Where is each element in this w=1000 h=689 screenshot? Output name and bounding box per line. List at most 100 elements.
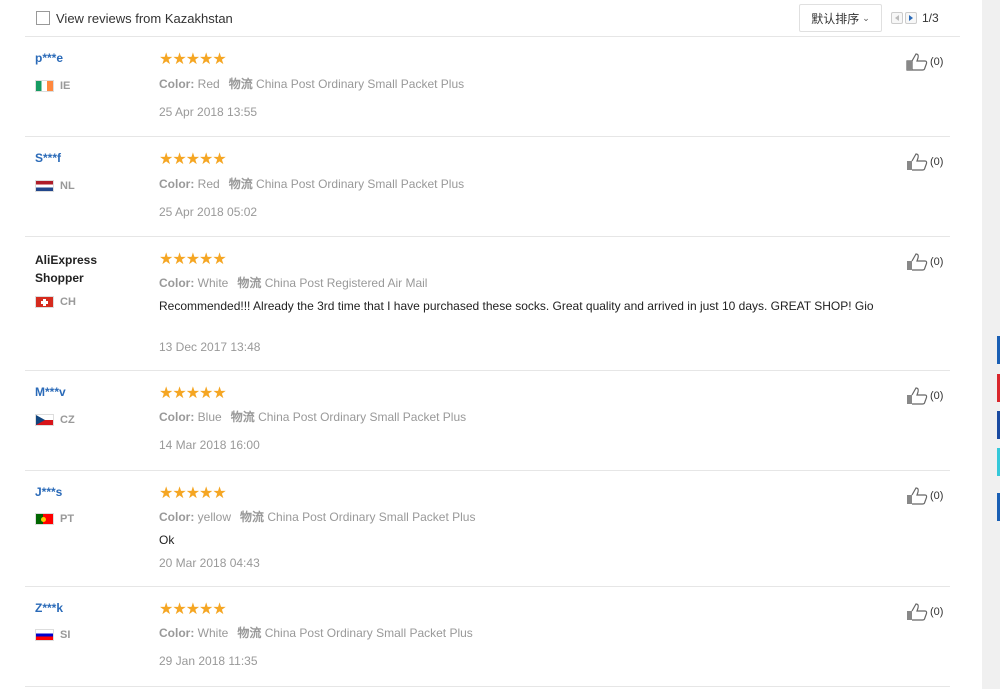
- helpful-count: (0): [930, 490, 944, 502]
- color-value: Red: [197, 177, 220, 191]
- helpful-button[interactable]: (0): [906, 153, 943, 171]
- reviewer-name[interactable]: Z***k: [35, 601, 63, 615]
- color-value: White: [197, 276, 229, 290]
- sort-dropdown[interactable]: 默认排序 ⌄: [799, 4, 882, 32]
- shipping-value: China Post Ordinary Small Packet Plus: [256, 77, 465, 91]
- reviewer-country: NL: [35, 180, 75, 192]
- shipping-value: China Post Ordinary Small Packet Plus: [267, 510, 476, 524]
- pagination: 1/3: [891, 11, 939, 25]
- shipping-label: 物流: [230, 410, 255, 424]
- review-meta: Color: Red 物流 China Post Ordinary Small P…: [159, 75, 464, 92]
- star-rating: ★★★★★: [159, 151, 227, 168]
- review-item: Z***k SI ★★★★★ Color: White 物流 China Post…: [25, 587, 950, 687]
- helpful-button[interactable]: (0): [906, 53, 943, 71]
- helpful-button[interactable]: (0): [906, 387, 943, 405]
- color-value: Red: [197, 77, 220, 91]
- shipping-value: China Post Ordinary Small Packet Plus: [256, 177, 465, 191]
- color-label: Color:: [159, 177, 195, 191]
- reviewer-name[interactable]: p***e: [35, 51, 63, 65]
- color-label: Color:: [159, 510, 195, 524]
- country-code: CH: [60, 296, 76, 308]
- helpful-count: (0): [930, 606, 944, 618]
- thumbs-up-icon: [906, 53, 928, 71]
- country-filter-checkbox[interactable]: [36, 11, 50, 25]
- country-code: IE: [60, 80, 71, 92]
- shipping-label: 物流: [237, 276, 262, 290]
- chevron-down-icon: ⌄: [862, 12, 870, 23]
- chevron-left-icon: [895, 15, 899, 21]
- shipping-value: China Post Registered Air Mail: [264, 276, 428, 290]
- star-rating: ★★★★★: [159, 601, 227, 618]
- flag-cz-icon: [35, 414, 54, 426]
- helpful-count: (0): [930, 56, 944, 68]
- review-meta: Color: Red 物流 China Post Ordinary Small P…: [159, 175, 464, 192]
- reviewer-country: CH: [35, 296, 76, 308]
- review-text: Recommended!!! Already the 3rd time that…: [159, 299, 874, 313]
- country-code: CZ: [60, 414, 75, 426]
- sort-label: 默认排序: [811, 11, 860, 26]
- shipping-value: China Post Ordinary Small Packet Plus: [264, 626, 473, 640]
- thumbs-up-icon: [907, 153, 928, 171]
- review-meta: Color: yellow 物流 China Post Ordinary Smal…: [159, 508, 475, 525]
- helpful-button[interactable]: (0): [906, 603, 943, 621]
- star-rating: ★★★★★: [159, 51, 227, 68]
- reviews-toolbar: View reviews from Kazakhstan 默认排序 ⌄ 1/3: [25, 0, 960, 37]
- flag-nl-icon: [35, 180, 54, 192]
- color-label: Color:: [159, 410, 195, 424]
- review-text: Ok: [159, 533, 175, 547]
- flag-si-icon: [35, 629, 54, 641]
- reviewer-country: IE: [35, 80, 70, 92]
- review-date: 13 Dec 2017 13:48: [159, 340, 261, 354]
- color-value: Blue: [197, 410, 222, 424]
- review-item: J***s PT ★★★★★ Color: yellow 物流 China Pos…: [25, 471, 950, 587]
- reviews-page: View reviews from Kazakhstan 默认排序 ⌄ 1/3 …: [0, 0, 1000, 689]
- reviewer-name[interactable]: S***f: [35, 151, 61, 165]
- review-meta: Color: Blue 物流 China Post Ordinary Small …: [159, 408, 466, 425]
- review-date: 25 Apr 2018 13:55: [159, 105, 258, 119]
- prev-page-button[interactable]: [891, 12, 903, 24]
- helpful-button[interactable]: (0): [906, 253, 943, 271]
- color-label: Color:: [159, 626, 195, 640]
- helpful-count: (0): [930, 390, 944, 402]
- thumbs-up-icon: [907, 387, 928, 405]
- color-label: Color:: [159, 77, 195, 91]
- helpful-count: (0): [930, 256, 944, 268]
- country-code: PT: [60, 513, 75, 525]
- color-value: White: [197, 626, 229, 640]
- review-item: AliExpress Shopper CH ★★★★★ Color: White…: [25, 237, 950, 371]
- reviewer-country: CZ: [35, 414, 75, 426]
- country-code: NL: [60, 180, 75, 192]
- reviewer-name[interactable]: J***s: [35, 485, 62, 499]
- chevron-right-icon: [909, 15, 913, 21]
- star-rating: ★★★★★: [159, 251, 227, 268]
- review-item: M***v CZ ★★★★★ Color: Blue 物流 China Post …: [25, 371, 950, 471]
- shipping-label: 物流: [237, 626, 262, 640]
- review-date: 29 Jan 2018 11:35: [159, 654, 258, 668]
- scrollbar-gutter[interactable]: [982, 0, 1000, 689]
- page-indicator: 1/3: [922, 11, 939, 25]
- shipping-value: China Post Ordinary Small Packet Plus: [258, 410, 467, 424]
- shipping-label: 物流: [228, 77, 253, 91]
- reviewer-country: PT: [35, 513, 74, 525]
- helpful-count: (0): [930, 156, 944, 168]
- review-date: 25 Apr 2018 05:02: [159, 205, 258, 219]
- color-value: yellow: [197, 510, 232, 524]
- review-date: 20 Mar 2018 04:43: [159, 556, 260, 570]
- review-meta: Color: White 物流 China Post Registered Air…: [159, 274, 427, 291]
- review-item: p***e IE ★★★★★ Color: Red 物流 China Post O…: [25, 37, 950, 137]
- thumbs-up-icon: [907, 487, 928, 505]
- country-filter-label[interactable]: View reviews from Kazakhstan: [56, 11, 233, 26]
- reviewer-country: SI: [35, 629, 70, 641]
- review-date: 14 Mar 2018 16:00: [159, 438, 260, 452]
- flag-ch-icon: [35, 296, 54, 308]
- shipping-label: 物流: [228, 177, 253, 191]
- thumbs-up-icon: [907, 603, 928, 621]
- shipping-label: 物流: [240, 510, 265, 524]
- next-page-button[interactable]: [905, 12, 917, 24]
- thumbs-up-icon: [907, 253, 928, 271]
- helpful-button[interactable]: (0): [906, 487, 943, 505]
- star-rating: ★★★★★: [159, 485, 227, 502]
- flag-pt-icon: [35, 513, 54, 525]
- reviewer-name: AliExpress Shopper: [35, 253, 98, 285]
- reviewer-name[interactable]: M***v: [35, 385, 66, 399]
